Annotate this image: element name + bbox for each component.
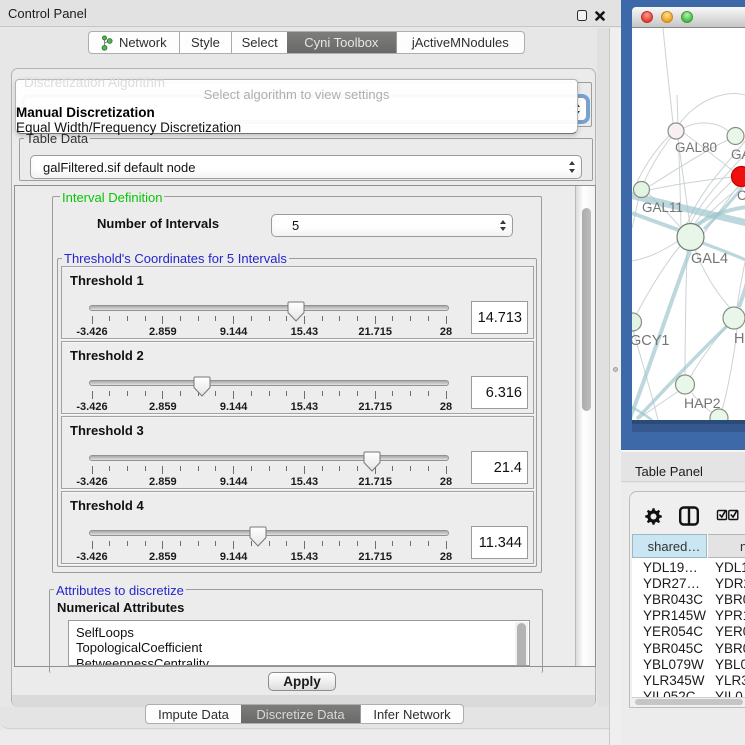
svg-text:GA: GA [731, 147, 745, 162]
svg-text:H: H [734, 331, 744, 347]
svg-text:HAP2: HAP2 [684, 395, 721, 411]
svg-text:GAL4: GAL4 [691, 251, 728, 267]
svg-text:GAL11: GAL11 [642, 200, 683, 215]
svg-text:GAL80: GAL80 [675, 140, 717, 155]
svg-text:C: C [737, 188, 745, 203]
svg-text:GCY1: GCY1 [632, 333, 670, 349]
